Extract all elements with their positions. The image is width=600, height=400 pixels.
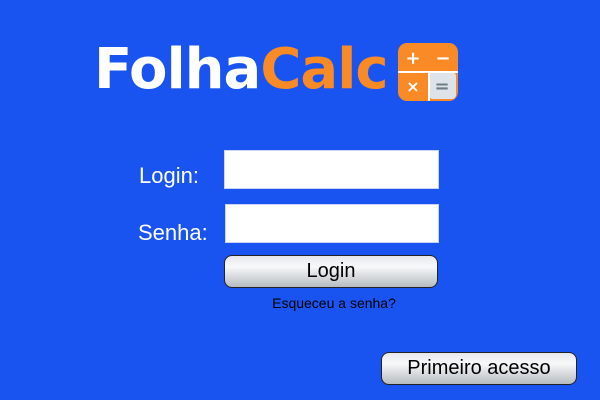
login-input[interactable] (224, 150, 439, 189)
minus-symbol: − (435, 48, 450, 69)
password-label: Senha: (138, 220, 208, 245)
login-button[interactable]: Login (224, 255, 438, 288)
logo-text-calc: Calc (260, 37, 388, 102)
first-access-button[interactable]: Primeiro acesso (381, 352, 577, 385)
login-label: Login: (139, 163, 199, 188)
times-symbol: × (406, 77, 419, 96)
logo-text-folha: Folha (94, 37, 261, 102)
forgot-password-link[interactable]: Esqueceu a senha? (224, 295, 444, 311)
equals-symbol: = (434, 76, 449, 97)
plus-symbol: + (405, 48, 420, 69)
password-input[interactable] (225, 204, 439, 243)
app-logo: Folha Calc + − × = (94, 30, 458, 110)
calculator-icon: + − × = (397, 43, 458, 101)
